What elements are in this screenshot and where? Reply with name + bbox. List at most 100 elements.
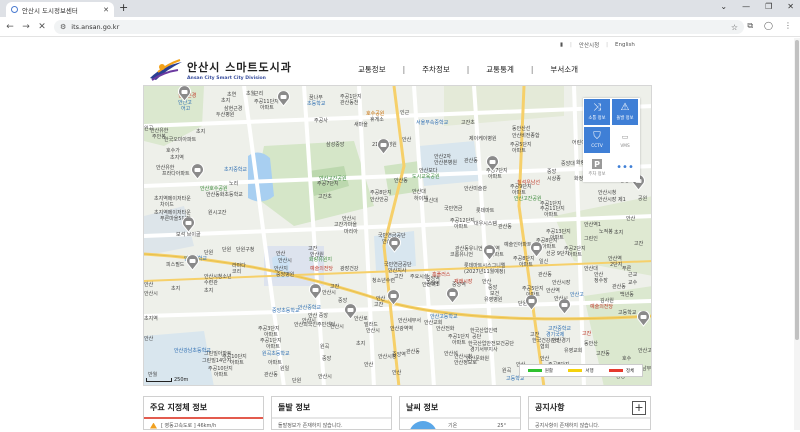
legend-slow: 서행 [568, 368, 594, 374]
map-place-label: 초등학교 [307, 101, 326, 107]
nav-traffic-info[interactable]: 교통정보 [358, 64, 386, 75]
map-place-label: 초지중학교 [224, 167, 248, 173]
forward-icon[interactable]: → [18, 22, 34, 32]
card-body[interactable]: [ 영동고속도로 ] 46km/h [161, 422, 216, 429]
map-place-label: 2단지 [610, 262, 623, 268]
map-place-label: 호수 [622, 356, 632, 362]
stop-icon[interactable]: ✕ [34, 22, 50, 32]
back-icon[interactable]: ← [2, 22, 18, 32]
card-title: 돌발 정보 [272, 397, 391, 419]
map-place-label: 정수장 [594, 278, 608, 284]
layer-traffic-flow-button[interactable]: ⤨ 소통 정보 [584, 99, 610, 125]
nav-traffic-stats[interactable]: 교통통계 [486, 64, 514, 75]
map-place-label: 초지역 [144, 316, 158, 322]
map-place-label: 안산 [364, 362, 374, 368]
url-text: its.ansan.go.kr [71, 23, 120, 31]
map-place-label: 원곡초등학교 [262, 351, 290, 357]
home-icon[interactable]: ▮ [560, 42, 563, 48]
main-nav: 교통정보 | 주차정보 | 교통통계 | 부서소개 [358, 64, 579, 75]
map-place-label: 안산시 [366, 328, 380, 334]
utility-links: ▮ | 안산시청 | English [560, 41, 635, 49]
map-place-label: 수련관 [204, 280, 218, 286]
logo-subtitle: Ansan City Smart City Division [187, 76, 266, 81]
layer-parking-button[interactable]: P 주차 정보 [584, 155, 610, 181]
map-place-label: 주공1단지 [260, 338, 282, 344]
more-layers-button[interactable]: ••• [612, 155, 638, 181]
close-tab-icon[interactable]: ✕ [103, 6, 109, 14]
map-place-label: 아파트 [268, 360, 282, 366]
layer-vms-button[interactable]: ▭ VMS [612, 127, 638, 153]
map-place-label: 관산동 [538, 272, 552, 278]
util-link-english[interactable]: English [615, 42, 635, 48]
site-info-icon[interactable]: ⚙ [60, 23, 66, 31]
map-place-label: 한국오미아파트 [164, 137, 197, 143]
traffic-map[interactable]: 주공11단지 아파트 꿈나무 초등학교 주공1단지 관산동천 호수공원 휴게소 새마을 삼성중앙 주… [143, 85, 652, 386]
map-place-label: 안산시장 [552, 280, 571, 286]
map-place-label: 마리아 [344, 229, 358, 235]
map-place-label: 고잔 [394, 274, 404, 280]
map-place-label: 코리 [232, 269, 242, 275]
site-logo[interactable]: 안산시 스마트도시과 Ansan City Smart City Divisio… [148, 58, 292, 82]
map-place-label: 주공8단지 [370, 190, 392, 196]
shuffle-icon: ⤨ [593, 102, 601, 113]
map-place-label: 단원구청 [236, 247, 255, 253]
nav-dept-intro[interactable]: 부서소개 [550, 64, 578, 75]
map-place-label: 안산 [626, 216, 636, 222]
map-place-label: 주공1단지 [540, 201, 562, 207]
map-place-label: 아파트 [568, 252, 582, 258]
nav-parking-info[interactable]: 주차정보 [422, 64, 450, 75]
site-favicon-icon [11, 6, 18, 13]
map-place-label: 호수가 [166, 148, 180, 154]
logo-title: 안산시 스마트도시과 [187, 61, 292, 74]
map-place-label: 안산교회 [424, 320, 443, 326]
map-place-label: 도시교육공원 [412, 174, 440, 180]
map-place-label: 동안산 [584, 341, 598, 347]
map-place-label: 안산비전종합 [512, 133, 540, 139]
map-place-label: 안산시장 제1 [598, 197, 626, 203]
map-place-label: 안산고등학교 [430, 314, 458, 320]
restore-icon[interactable]: ❐ [765, 2, 772, 11]
map-place-label: 휴게소 [370, 117, 384, 123]
map-place-label: 초지 [171, 286, 181, 292]
bookmark-star-icon[interactable]: ☆ [731, 23, 738, 32]
minimize-icon[interactable]: — [742, 2, 750, 11]
map-place-label: 아파트 [542, 244, 556, 250]
map-place-label: 안산강남초등학교 [174, 348, 211, 354]
map-place-label: 서울부속중학교 [416, 120, 449, 126]
map-place-label: 두산평원 [216, 112, 235, 118]
map-place-label: 관산동천 [340, 100, 359, 106]
map-place-label: 초지 [356, 341, 366, 347]
profile-icon[interactable]: ◯ [764, 21, 773, 31]
scale-label: 250m [174, 377, 189, 383]
new-tab-button[interactable]: + [119, 2, 128, 14]
dropdown-icon[interactable]: ⌄ [720, 2, 727, 11]
menu-icon[interactable]: ⋮ [784, 21, 792, 31]
map-place-label: 삼현근경 [224, 106, 243, 112]
map-place-label: 안산외국인주민센터 [294, 322, 336, 328]
map-place-label: 공단 [472, 334, 482, 340]
map-place-label: 안산전화 [436, 326, 455, 332]
map-place-label: 고잔 [634, 241, 644, 247]
address-bar[interactable]: ⚙ its.ansan.go.kr ☆ [54, 20, 744, 34]
map-place-label: 단원 [222, 247, 232, 253]
map-place-label: 단원 [292, 378, 302, 384]
browser-tab[interactable]: 안산시 도시정보센터 ✕ [6, 2, 114, 17]
map-place-label: 관산동 [264, 372, 278, 378]
map-place-label: 인근 [400, 110, 410, 116]
util-link-cityhall[interactable]: 안산시청 [579, 41, 599, 49]
map-place-label: 협회 [540, 344, 550, 350]
map-place-label: 관산동 [406, 349, 420, 355]
map-place-label: 안산중학교 [298, 305, 322, 311]
map-place-label: 안산정보로 [454, 360, 478, 366]
layer-cctv-button[interactable]: ⛉ CCTV [584, 127, 610, 153]
close-window-icon[interactable]: ✕ [787, 2, 794, 11]
notice-more-button[interactable]: + [632, 401, 646, 415]
extensions-icon[interactable]: ⧉ [747, 21, 753, 31]
map-place-label: 차이드 [160, 202, 174, 208]
notice-card: 공지사항 + 공지사항이 존재하지 않습니다. [528, 396, 651, 430]
layer-incident-button[interactable]: ⚠ 돌발 정보 [612, 99, 638, 125]
map-place-label: 안산고 [638, 348, 652, 354]
map-place-label: 새마을 [354, 122, 368, 128]
map-place-label: 아파트 [544, 212, 558, 218]
page-scrollbar[interactable] [794, 38, 800, 430]
